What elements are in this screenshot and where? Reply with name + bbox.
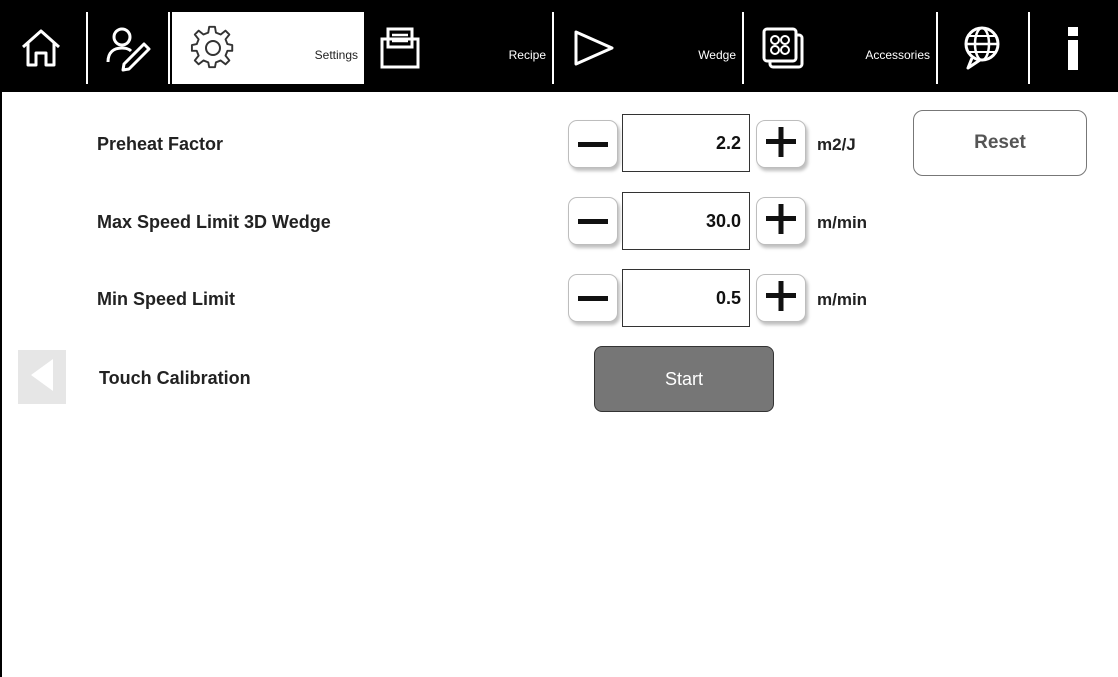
tab-user[interactable] [88, 12, 170, 84]
gear-icon [190, 25, 236, 71]
tab-settings-label: Settings [314, 48, 358, 62]
min-speed-label: Min Speed Limit [97, 289, 236, 309]
info-icon [1064, 25, 1082, 71]
tab-accessories[interactable]: Accessories [744, 12, 938, 84]
tab-language[interactable] [938, 12, 1030, 84]
globe-icon [958, 24, 1006, 72]
user-edit-icon [104, 24, 152, 72]
minus-icon [578, 289, 608, 307]
reset-button[interactable]: Reset [913, 110, 1087, 176]
previous-page-button[interactable] [18, 350, 66, 404]
start-calibration-button[interactable]: Start [594, 346, 774, 412]
min-speed-unit: m/min [817, 290, 868, 309]
max-speed-field[interactable]: 30.0 [622, 192, 750, 250]
max-speed-label: Max Speed Limit 3D Wedge [97, 212, 331, 232]
tab-recipe-label: Recipe [508, 48, 546, 62]
play-triangle-icon [572, 26, 616, 70]
preheat-unit: m2/J [817, 135, 856, 154]
preheat-factor-label: Preheat Factor [97, 134, 224, 154]
plus-icon [766, 203, 796, 239]
max-speed-unit: m/min [817, 213, 868, 232]
tab-info[interactable] [1030, 12, 1118, 84]
preheat-decrement-button[interactable] [568, 120, 618, 168]
top-nav-bar: Settings Recipe Wedge Accessories [0, 0, 1118, 92]
tab-home[interactable] [0, 12, 88, 84]
max-speed-increment-button[interactable] [756, 197, 806, 245]
min-speed-field[interactable]: 0.5 [622, 269, 750, 327]
recipe-icon [378, 25, 422, 71]
tab-recipe[interactable]: Recipe [364, 12, 554, 84]
tab-wedge-label: Wedge [698, 48, 736, 62]
chevron-left-icon [29, 357, 55, 398]
minus-icon [578, 135, 608, 153]
tab-wedge[interactable]: Wedge [554, 12, 744, 84]
settings-panel: Preheat Factor 2.2 m2/J Reset Max Speed … [0, 92, 1118, 677]
plus-icon [766, 280, 796, 316]
home-icon [18, 25, 64, 71]
preheat-factor-field[interactable]: 2.2 [622, 114, 750, 172]
min-speed-decrement-button[interactable] [568, 274, 618, 322]
plus-icon [766, 126, 796, 162]
tab-settings[interactable]: Settings [172, 12, 364, 84]
accessories-icon [760, 25, 806, 71]
tab-accessories-label: Accessories [865, 48, 930, 62]
preheat-increment-button[interactable] [756, 120, 806, 168]
min-speed-increment-button[interactable] [756, 274, 806, 322]
max-speed-decrement-button[interactable] [568, 197, 618, 245]
touch-calibration-label: Touch Calibration [99, 368, 251, 388]
minus-icon [578, 212, 608, 230]
